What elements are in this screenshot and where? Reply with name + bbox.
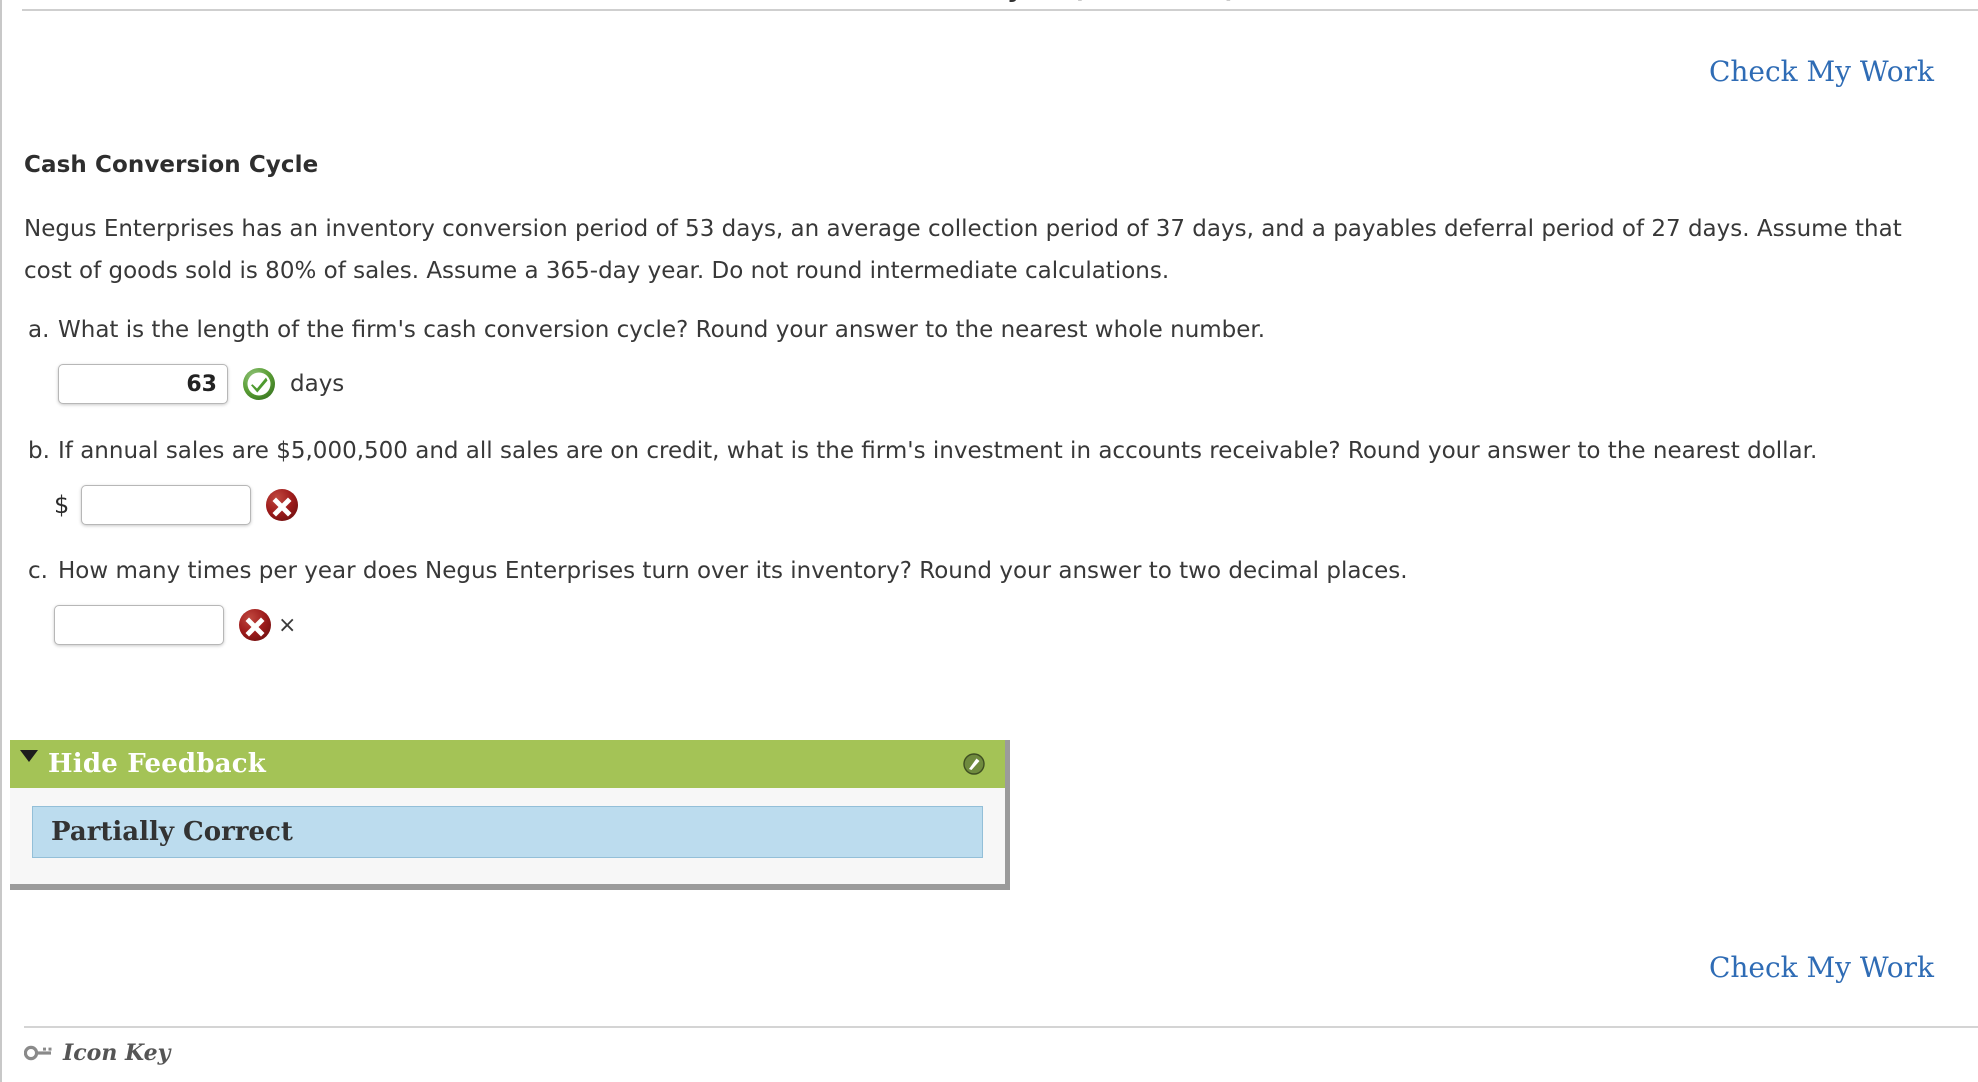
part-b-letter: b. — [28, 438, 50, 464]
answer-input-a[interactable] — [58, 364, 228, 404]
icon-key-label: Icon Key — [63, 1040, 171, 1066]
part-a-unit: days — [290, 371, 345, 397]
problem-description: Negus Enterprises has an inventory conve… — [24, 216, 1902, 284]
currency-prefix-b: $ — [54, 491, 70, 519]
question-part-b: b. If annual sales are $5,000,500 and al… — [28, 435, 1968, 525]
feedback-body: Partially Correct — [10, 788, 1005, 884]
feedback-panel: Hide Feedback Partially Correct — [10, 740, 1010, 890]
part-a-question: What is the length of the firm's cash co… — [58, 317, 1266, 343]
page-frame: Cash Conversion Cycle (continued) Check … — [0, 0, 1978, 1082]
status-badge: Partially Correct — [32, 806, 983, 858]
part-c-unit: × — [278, 612, 297, 638]
page-title: Cash Conversion Cycle — [24, 152, 319, 178]
icon-key-link[interactable]: Icon Key — [24, 1040, 170, 1066]
answer-input-c[interactable] — [54, 605, 224, 645]
key-icon — [24, 1045, 52, 1061]
part-a-letter: a. — [28, 317, 50, 343]
footer-divider — [24, 1026, 1978, 1028]
feedback-toggle-label: Hide Feedback — [48, 749, 266, 779]
pencil-circle-icon[interactable] — [963, 753, 985, 775]
check-my-work-link-bottom[interactable]: Check My Work — [1709, 951, 1934, 984]
feedback-toggle-header[interactable]: Hide Feedback — [10, 740, 1005, 788]
green-check-circle-icon — [243, 368, 275, 400]
question-part-a: a. What is the length of the firm's cash… — [28, 314, 1968, 404]
question-part-c: c. How many times per year does Negus En… — [28, 555, 1968, 645]
part-c-question: How many times per year does Negus Enter… — [58, 558, 1408, 584]
red-x-circle-icon — [239, 609, 271, 641]
check-my-work-link-top[interactable]: Check My Work — [1709, 55, 1934, 88]
top-divider — [22, 9, 1978, 11]
result-status-text: Partially Correct — [51, 817, 293, 847]
answer-input-b[interactable] — [81, 485, 252, 525]
red-x-circle-icon — [266, 489, 299, 521]
part-c-letter: c. — [28, 558, 48, 584]
part-b-question: If annual sales are $5,000,500 and all s… — [58, 438, 1818, 464]
collapse-triangle-icon[interactable] — [20, 750, 38, 762]
clipped-header-text: Cash Conversion Cycle (continued) — [2, 0, 1978, 4]
